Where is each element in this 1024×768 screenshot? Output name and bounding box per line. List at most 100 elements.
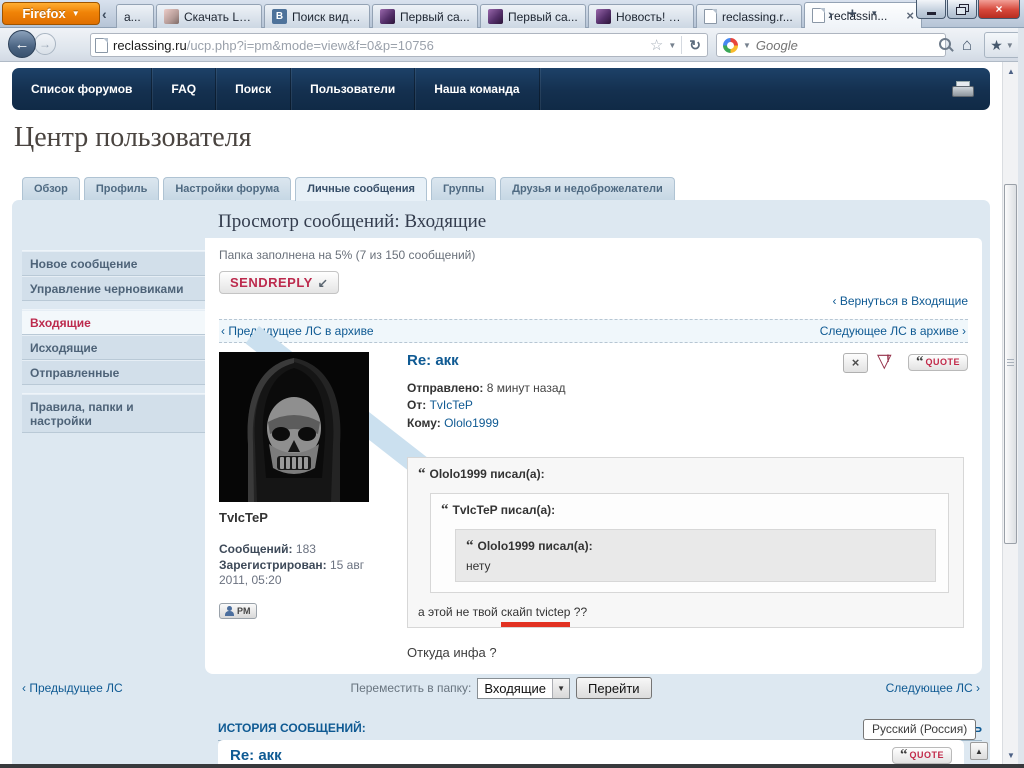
forward-button[interactable]: → [34, 33, 56, 55]
quote-button[interactable]: “ QUOTE [892, 747, 952, 764]
quote-block-middle: “TvIcTeP писал(а): “Ololo1999 писал(а): … [430, 493, 949, 593]
nav-item-faq[interactable]: FAQ [152, 68, 216, 110]
quote-author: Ololo1999 писал(а): [478, 539, 593, 553]
sidebar-item-manage-drafts[interactable]: Управление черновиками [22, 276, 205, 301]
pm-button[interactable]: PM [219, 603, 257, 619]
restore-button[interactable] [947, 0, 977, 19]
browser-tab[interactable]: Первый са... [372, 4, 478, 28]
sent-time: 8 минут назад [487, 381, 566, 395]
folder-select[interactable]: Входящие ▼ [477, 678, 570, 699]
report-icon[interactable]: ▽ ! [877, 352, 899, 373]
message-view-box: Папка заполнена на 5% (7 из 150 сообщени… [205, 238, 982, 674]
tab-list-dropdown-icon[interactable]: ▾ [872, 8, 877, 19]
tab-profile[interactable]: Профиль [84, 177, 159, 200]
quote-icon: “ [900, 750, 908, 760]
page-title: Центр пользователя [14, 122, 252, 154]
browser-tab-bar: а... Скачать La... В Поиск виде... Первы… [116, 2, 922, 28]
restore-icon [956, 4, 968, 14]
search-icon[interactable] [939, 38, 953, 52]
url-text[interactable]: reclassing.ru/ucp.php?i=pm&mode=view&f=0… [113, 38, 645, 53]
tab-overflow-icon[interactable]: › [828, 8, 833, 20]
tab-scroll-left-icon[interactable]: ‹ [102, 6, 107, 22]
browser-tab[interactable]: В Поиск виде... [264, 4, 370, 28]
to-user-link[interactable]: Ololo1999 [444, 416, 499, 430]
quote-icon: “ [418, 466, 426, 482]
search-bar[interactable]: ▼ [716, 33, 946, 57]
browser-tab[interactable]: Скачать La... [156, 4, 262, 28]
reload-icon[interactable]: ↻ [687, 37, 703, 54]
url-dropdown-icon[interactable]: ▼ [668, 41, 676, 50]
browser-tab[interactable]: Новость! И... [588, 4, 694, 28]
history-scroll-up-button[interactable]: ▲ [970, 742, 988, 760]
bookmark-star-icon[interactable]: ☆ [650, 36, 663, 54]
tab-private-messages[interactable]: Личные сообщения [295, 177, 427, 201]
from-user-link[interactable]: TvIcTeP [430, 398, 473, 412]
message-subject-link[interactable]: Re: акк [407, 352, 459, 369]
posts-count[interactable]: 183 [296, 542, 316, 556]
sidebar-item-new-message[interactable]: Новое сообщение [22, 251, 205, 276]
ucp-sidebar: Новое сообщение Управление черновиками В… [22, 250, 205, 441]
quote-button[interactable]: “ QUOTE [908, 354, 968, 371]
chevron-down-icon: ▼ [1006, 41, 1014, 50]
firefox-menu-button[interactable]: Firefox ▼ [2, 2, 100, 25]
avatar[interactable] [219, 352, 369, 502]
search-engine-dropdown-icon[interactable]: ▼ [743, 41, 751, 50]
bookmarks-menu-button[interactable]: ★ ▼ [984, 32, 1020, 58]
chevron-down-icon: ▼ [72, 9, 80, 18]
forum-navbar: Список форумов FAQ Поиск Пользователи На… [12, 68, 990, 110]
close-button[interactable]: × [978, 0, 1020, 19]
sidebar-item-rules-folders-settings[interactable]: Правила, папки и настройки [22, 394, 205, 433]
posts-label: Сообщений: [219, 542, 293, 556]
new-tab-button[interactable]: + [848, 8, 857, 20]
send-reply-button[interactable]: SENDREPLY ↙ [219, 271, 339, 294]
sidebar-item-inbox[interactable]: Входящие [22, 310, 205, 335]
url-bar[interactable]: reclassing.ru/ucp.php?i=pm&mode=view&f=0… [90, 33, 708, 57]
author-stats: Сообщений: 183 Зарегистрирован: 15 авг 2… [219, 542, 391, 589]
prev-pm-link[interactable]: ‹ Предыдущее ЛС [22, 681, 123, 695]
delete-message-button[interactable]: × [843, 353, 868, 373]
browser-tab[interactable]: а... [116, 4, 154, 28]
author-username[interactable]: TvIcTeP [219, 510, 391, 525]
tab-close-icon[interactable]: × [906, 8, 914, 23]
next-pm-link[interactable]: Следующее ЛС › [886, 681, 980, 695]
archive-pagination-row: ‹ Предыдущее ЛС в архиве Следующее ЛС в … [219, 319, 968, 343]
scrollbar-thumb[interactable] [1004, 184, 1017, 544]
tab-overview[interactable]: Обзор [22, 177, 80, 200]
print-icon[interactable] [952, 81, 972, 97]
go-button[interactable]: Перейти [576, 677, 652, 699]
window-controls: × [916, 0, 1020, 19]
pm-label: PM [237, 606, 251, 616]
quote-text: нету [466, 559, 925, 573]
ucp-panel: Просмотр сообщений: Входящие Новое сообщ… [12, 200, 990, 768]
browser-tab-active[interactable]: reclassin... × [804, 2, 922, 28]
quote-icon: “ [466, 538, 474, 554]
search-engine-icon[interactable] [723, 38, 738, 53]
nav-item-members[interactable]: Пользователи [291, 68, 415, 110]
return-to-inbox-link[interactable]: ‹ Вернуться в Входящие [833, 294, 969, 308]
tab-board-preferences[interactable]: Настройки форума [163, 177, 291, 200]
nav-item-search[interactable]: Поиск [216, 68, 291, 110]
sidebar-item-outbox[interactable]: Исходящие [22, 335, 205, 360]
browser-tab[interactable]: Первый са... [480, 4, 586, 28]
scrollbar-down-icon[interactable]: ▼ [1004, 748, 1018, 764]
sidebar-item-sent[interactable]: Отправленные [22, 360, 205, 385]
browser-tab[interactable]: reclassing.r... [696, 4, 802, 28]
home-button[interactable]: ⌂ [954, 32, 980, 58]
firefox-menu-label: Firefox [22, 6, 65, 21]
site-favicon [380, 9, 395, 24]
prev-pm-archive-link[interactable]: ‹ Предыдущее ЛС в архиве [221, 324, 374, 338]
search-input[interactable] [756, 38, 934, 53]
tab-usergroups[interactable]: Группы [431, 177, 496, 200]
minimize-button[interactable] [916, 0, 946, 19]
history-subject-link[interactable]: Re: акк [230, 747, 282, 764]
tab-friends-foes[interactable]: Друзья и недоброжелатели [500, 177, 675, 200]
back-button[interactable]: ← [8, 30, 36, 58]
browser-scrollbar[interactable]: ▲ ▼ [1002, 62, 1018, 768]
image-favicon [164, 9, 179, 24]
scrollbar-up-icon[interactable]: ▲ [1004, 64, 1018, 80]
nav-item-board-index[interactable]: Список форумов [12, 68, 152, 110]
nav-item-team[interactable]: Наша команда [415, 68, 539, 110]
author-column: TvIcTeP Сообщений: 183 Зарегистрирован: … [219, 352, 391, 674]
language-tooltip: Русский (Россия) [863, 719, 976, 740]
next-pm-archive-link[interactable]: Следующее ЛС в архиве › [820, 324, 966, 338]
